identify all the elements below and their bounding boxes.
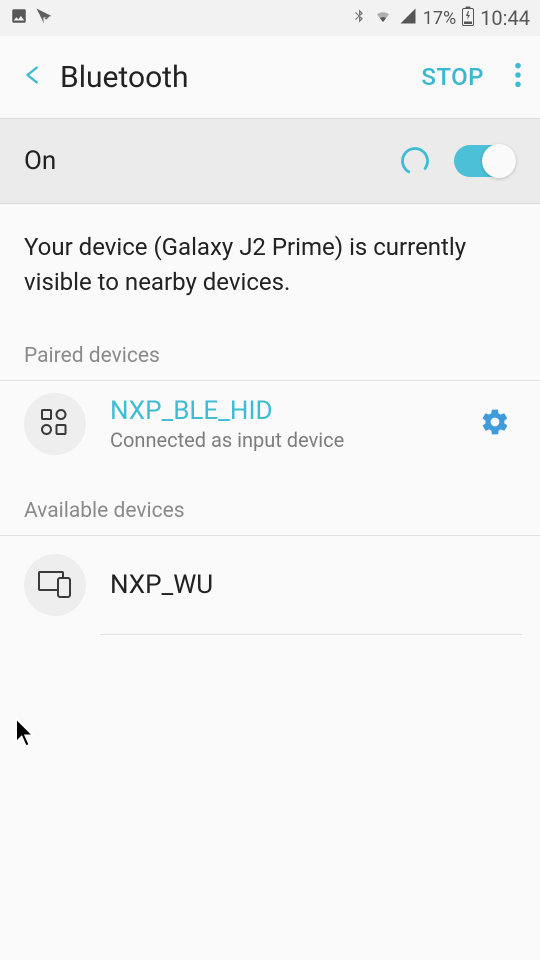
more-button[interactable] [496, 53, 522, 101]
paired-device-row[interactable]: NXP_BLE_HID Connected as input device [0, 381, 540, 467]
status-left-icons [10, 6, 54, 31]
app-bar: Bluetooth STOP [0, 36, 540, 118]
device-name: NXP_WU [110, 570, 520, 600]
visibility-text: Your device (Galaxy J2 Prime) is current… [0, 204, 540, 330]
device-settings-button[interactable] [470, 397, 520, 451]
stop-button[interactable]: STOP [409, 55, 496, 99]
play-icon [34, 6, 54, 31]
back-button[interactable] [10, 51, 60, 103]
scanning-spinner-icon [400, 146, 430, 176]
available-device-row[interactable]: NXP_WU [0, 536, 540, 634]
input-device-icon [38, 405, 72, 443]
wifi-icon [373, 7, 393, 30]
page-title: Bluetooth [60, 60, 409, 95]
bluetooth-toggle-row: On [0, 118, 540, 204]
device-name: NXP_BLE_HID [110, 396, 470, 426]
battery-text: 17% [423, 8, 456, 29]
bluetooth-icon [351, 7, 367, 30]
device-icon-wrap [24, 393, 86, 455]
clock-text: 10:44 [480, 6, 530, 30]
status-right-icons: 17% 10:44 [351, 6, 530, 31]
toggle-label: On [24, 146, 400, 176]
device-text-block: NXP_BLE_HID Connected as input device [110, 396, 470, 452]
signal-icon [399, 7, 417, 30]
devices-icon [35, 565, 75, 605]
bluetooth-switch[interactable] [454, 145, 516, 177]
available-devices-header: Available devices [0, 467, 540, 536]
device-text-block: NXP_WU [110, 570, 520, 600]
battery-icon [462, 6, 474, 31]
device-status: Connected as input device [110, 428, 470, 452]
row-divider [100, 634, 522, 635]
status-bar: 17% 10:44 [0, 0, 540, 36]
image-icon [10, 7, 28, 30]
mouse-cursor-icon [14, 718, 38, 752]
paired-devices-header: Paired devices [0, 330, 540, 381]
switch-knob [482, 144, 516, 178]
device-icon-wrap [24, 554, 86, 616]
